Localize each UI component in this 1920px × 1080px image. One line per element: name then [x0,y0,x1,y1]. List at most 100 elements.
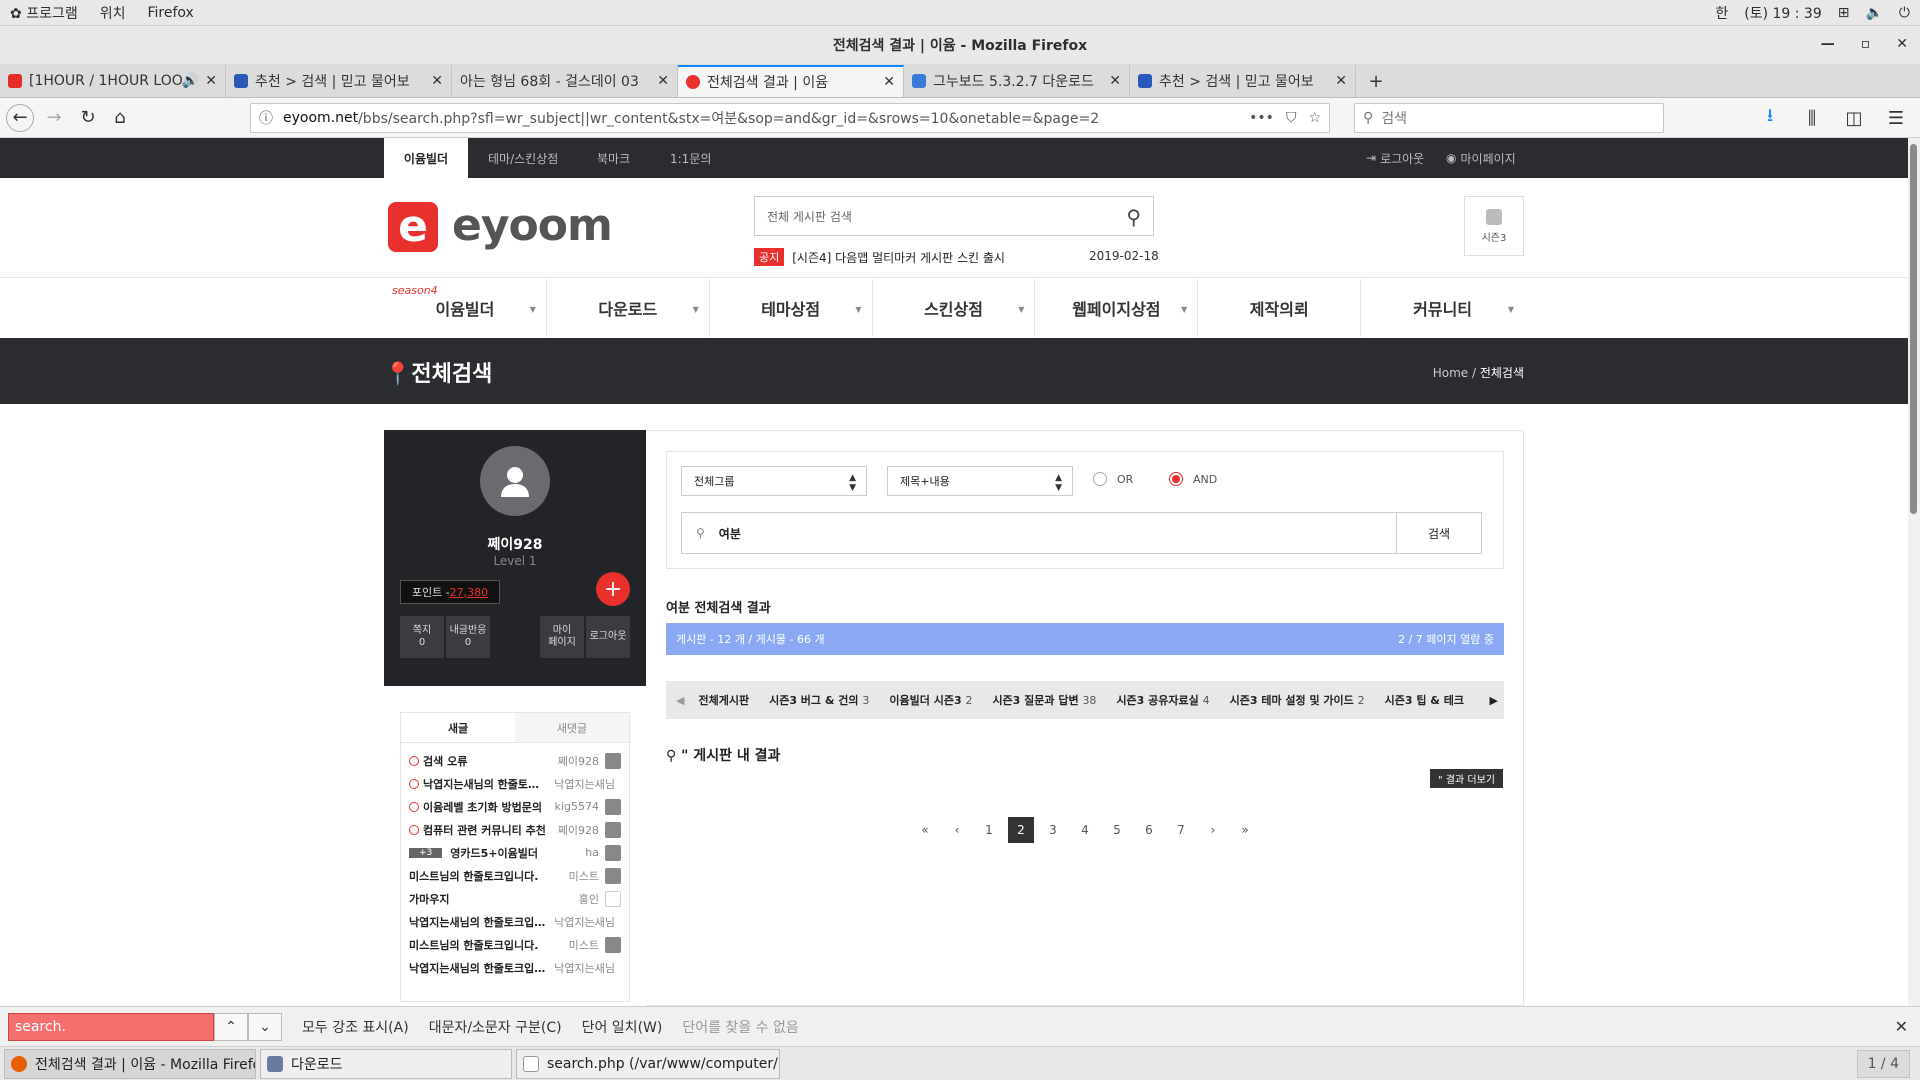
speaker-icon[interactable]: 🔊 [182,73,199,89]
topbar-theme-skin-shop[interactable]: 테마/스킨상점 [488,138,558,178]
search-icon[interactable]: ⚲ [1126,205,1141,229]
list-item[interactable]: 컴퓨터 관련 커뮤니티 추천 쩨이928 [401,818,629,841]
logo-text[interactable]: eyoom [452,200,613,251]
category-item[interactable]: 시즌3 버그 & 건의 3 [769,692,869,708]
tab-gnuboard[interactable]: 그누보드 5.3.2.7 다운로드 ✕ [904,65,1130,97]
close-find-icon[interactable]: ✕ [1895,1017,1908,1036]
minimize-icon[interactable]: — [1821,36,1835,52]
new-tab-button[interactable]: + [1362,67,1390,95]
back-button[interactable]: ← [6,103,34,132]
breadcrumb-home[interactable]: Home [1433,366,1468,380]
library-icon[interactable]: ⫼ [1798,104,1826,132]
browser-search-input[interactable]: ⚲ 검색 [1354,103,1664,133]
category-item[interactable]: 시즌3 팁 & 테크 [1385,692,1464,708]
nav-download[interactable]: 다운로드 ▼ [547,279,710,337]
taskbar-editor[interactable]: search.php (/var/www/computer/bb… [516,1048,780,1079]
match-case-option[interactable]: 대문자/소문자 구분(C) [429,1017,562,1037]
first-page-button[interactable]: « [912,817,938,843]
power-icon[interactable]: ⏻ [1899,5,1910,21]
season3-button[interactable]: 시즌3 [1464,196,1524,256]
eyoom-logo-icon[interactable]: e [388,202,438,252]
logout-button[interactable]: 로그아웃 [586,616,630,658]
list-item[interactable]: 검색 오류 쩨이928 [401,749,629,772]
pocket-icon[interactable]: ⛉ [1286,110,1297,126]
tab-eyoom-search[interactable]: 전체검색 결과 | 이윰 ✕ [678,65,904,97]
query-input[interactable]: ⚲ 여분 [681,512,1397,554]
page-link[interactable]: 6 [1136,817,1162,843]
points-value[interactable]: 27,380 [450,586,489,599]
last-page-button[interactable]: » [1232,817,1258,843]
nav-eyoom-builder[interactable]: 이윰빌더 ▼ [384,279,547,337]
forward-button[interactable]: → [40,104,68,132]
list-item[interactable]: 이윰레벨 초기화 방법문의 kig5574 [401,795,629,818]
notice-text[interactable]: [시즌4] 다음맵 멀티마커 게시판 스킨 출시 [792,249,1005,266]
list-item[interactable]: 낙엽지는새님의 한줄토크입니다.낙엽지는새님 [401,910,629,933]
applications-menu[interactable]: ✿ 프로그램 [10,3,78,23]
nav-community[interactable]: 커뮤니티 ▼ [1361,279,1524,337]
page-link[interactable]: 1 [976,817,1002,843]
scrollbar-thumb[interactable] [1910,144,1917,514]
tab-knowing-bros[interactable]: 아는 형님 68회 - 걸스데이 03 ✕ [452,65,678,97]
download-icon[interactable]: ⭳ [1756,104,1784,132]
my-reactions-button[interactable]: 내글반응 0 [446,616,490,658]
page-link-current[interactable]: 2 [1008,817,1034,843]
mypage-link[interactable]: ◉ 마이페이지 [1446,138,1516,178]
close-tab-icon[interactable]: ✕ [1109,73,1121,89]
page-link[interactable]: 7 [1168,817,1194,843]
scroll-right-icon[interactable]: ▶ [1485,693,1498,707]
clock[interactable]: (토) 19 : 39 [1744,3,1822,23]
scroll-left-icon[interactable]: ◀ [676,694,684,707]
home-button[interactable]: ⌂ [106,104,134,132]
close-tab-icon[interactable]: ✕ [1335,73,1347,89]
workspace-pager[interactable]: 1 / 4 [1856,1050,1910,1078]
whole-word-option[interactable]: 단어 일치(W) [582,1017,663,1037]
sidebar-icon[interactable]: ◫ [1840,104,1868,132]
next-page-button[interactable]: › [1200,817,1226,843]
close-tab-icon[interactable]: ✕ [883,74,895,90]
logout-link[interactable]: ⇥ 로그아웃 [1366,138,1424,178]
highlight-all-option[interactable]: 모두 강조 표시(A) [302,1017,409,1037]
hamburger-menu-icon[interactable]: ☰ [1882,104,1910,132]
topbar-one-to-one[interactable]: 1:1문의 [670,138,711,178]
topbar-bookmark[interactable]: 북마크 [597,138,630,178]
url-bar[interactable]: ⓘ eyoom.net/bbs/search.php?sfl=wr_subjec… [250,103,1330,133]
maximize-icon[interactable]: ▫ [1861,36,1871,52]
taskbar-firefox[interactable]: 전체검색 결과 | 이윰 - Mozilla Firefox [4,1048,256,1079]
board-search-input[interactable]: 전체 게시판 검색 ⚲ [754,196,1154,236]
list-item[interactable]: 낙엽지는새님의 한줄토크입니다.낙엽지는새님 [401,772,629,795]
firefox-menu[interactable]: Firefox [147,5,193,21]
nav-request[interactable]: 제작의뢰 [1198,279,1362,337]
list-item[interactable]: 미스트님의 한줄토크입니다. 미스트 [401,864,629,887]
more-icon[interactable]: ••• [1249,110,1274,126]
taskbar-downloads[interactable]: 다운로드 [260,1048,512,1079]
close-tab-icon[interactable]: ✕ [657,73,669,89]
and-radio[interactable]: AND [1169,472,1217,486]
or-radio[interactable]: OR [1093,472,1133,486]
nav-theme-shop[interactable]: 테마상점 ▼ [710,279,873,337]
tab-recommend-1[interactable]: 추천 > 검색 | 믿고 물어보 ✕ [226,65,452,97]
list-item[interactable]: 가마우지 홍인 [401,887,629,910]
nav-webpage-shop[interactable]: 웹페이지상점 ▼ [1035,279,1199,337]
notice-line[interactable]: 공지 [시즌4] 다음맵 멀티마커 게시판 스킨 출시 [754,248,1005,266]
volume-icon[interactable]: 🔈 [1865,5,1882,21]
info-icon[interactable]: ⓘ [259,108,273,128]
radio-icon[interactable] [1093,472,1107,486]
page-link[interactable]: 5 [1104,817,1130,843]
mypage-button[interactable]: 마이 페이지 [540,616,584,658]
category-item[interactable]: 이윰빌더 시즌3 2 [889,692,972,708]
close-tab-icon[interactable]: ✕ [205,73,217,89]
nav-skin-shop[interactable]: 스킨상점 ▼ [873,279,1036,337]
close-tab-icon[interactable]: ✕ [431,73,443,89]
search-submit-button[interactable]: 검색 [1396,512,1482,554]
category-item[interactable]: 시즌3 테마 설정 및 가이드 2 [1230,692,1365,708]
list-item[interactable]: 미스트님의 한줄토크입니다. 미스트 [401,933,629,956]
group-select[interactable]: 전체그룹 ▲ ▼ [681,466,867,496]
bookmark-star-icon[interactable]: ☆ [1308,110,1321,126]
memo-button[interactable]: 쪽지 0 [400,616,444,658]
more-results-button[interactable]: " 결과 더보기 [1430,769,1503,788]
list-item[interactable]: 낙엽지는새님의 한줄토크입니다.낙엽지는새님 [401,956,629,979]
close-window-icon[interactable]: ✕ [1896,36,1908,52]
tab-new-comments[interactable]: 새댓글 [515,713,629,742]
page-link[interactable]: 3 [1040,817,1066,843]
field-select[interactable]: 제목+내용 ▲ ▼ [887,466,1073,496]
